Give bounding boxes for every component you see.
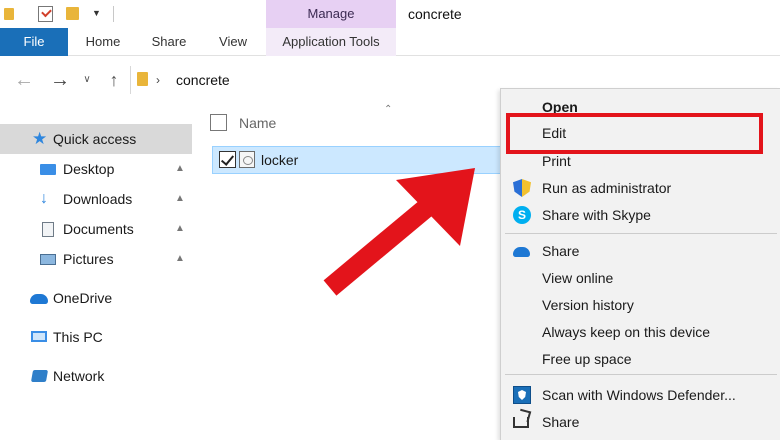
download-icon: ↓ xyxy=(40,190,48,207)
up-arrow-icon[interactable]: ↑ xyxy=(102,68,126,92)
sidebar-item-pictures[interactable]: Pictures ▲ xyxy=(0,244,192,274)
back-arrow-icon[interactable]: ← xyxy=(12,68,36,92)
pin-icon[interactable]: ▲ xyxy=(175,223,185,235)
star-icon: ★ xyxy=(32,129,48,148)
sidebar-item-label: Network xyxy=(53,368,105,384)
address-folder-icon xyxy=(137,72,148,86)
menu-item-version-history[interactable]: Version history xyxy=(501,292,780,318)
desktop-icon xyxy=(40,164,56,175)
window-title: concrete xyxy=(408,6,462,22)
menu-item-share[interactable]: Share xyxy=(501,409,780,435)
tab-file[interactable]: File xyxy=(0,28,68,56)
red-pointer-arrow-icon xyxy=(323,168,475,296)
properties-icon[interactable] xyxy=(38,6,53,22)
sidebar-item-network[interactable]: Network xyxy=(0,361,192,391)
menu-item-label: View online xyxy=(542,270,614,286)
forward-arrow-icon[interactable]: → xyxy=(48,68,72,92)
select-all-checkbox[interactable] xyxy=(210,114,227,131)
menu-item-label: Share xyxy=(542,414,580,430)
sidebar-item-label: Quick access xyxy=(53,131,137,147)
onedrive-icon xyxy=(30,294,48,304)
toolbar-divider xyxy=(113,6,114,22)
menu-item-share-with-skype[interactable]: S Share with Skype xyxy=(501,202,780,228)
sidebar-item-this-pc[interactable]: This PC xyxy=(0,322,192,352)
sidebar-item-label: OneDrive xyxy=(53,290,113,306)
documents-icon xyxy=(42,222,54,237)
ribbon-tabs: File Home Share View Application Tools xyxy=(0,28,780,56)
row-checkbox[interactable] xyxy=(219,151,236,168)
pictures-icon xyxy=(40,254,56,265)
customize-toolbar-chevron-icon[interactable]: ▼ xyxy=(92,6,102,20)
menu-item-label: Version history xyxy=(542,297,634,313)
sidebar-item-quick-access[interactable]: ★ Quick access xyxy=(0,124,192,154)
pin-icon[interactable]: ▲ xyxy=(175,253,185,265)
pin-icon[interactable]: ▲ xyxy=(175,163,185,175)
navigation-pane: ★ Quick access Desktop ▲ ↓ Downloads ▲ D… xyxy=(0,104,196,440)
new-folder-icon[interactable] xyxy=(66,7,79,20)
menu-item-label: Always keep on this device xyxy=(542,324,711,340)
sidebar-item-downloads[interactable]: ↓ Downloads ▲ xyxy=(0,184,192,214)
tab-home[interactable]: Home xyxy=(80,28,126,56)
menu-item-label: Free up space xyxy=(542,351,632,367)
tab-share[interactable]: Share xyxy=(146,28,192,56)
sidebar-item-onedrive[interactable]: OneDrive xyxy=(0,283,192,313)
network-icon xyxy=(30,370,49,382)
menu-item-run-as-administrator[interactable]: Run as administrator xyxy=(501,175,780,201)
menu-item-always-keep-on-device[interactable]: Always keep on this device xyxy=(501,319,780,345)
menu-item-scan-with-defender[interactable]: Scan with Windows Defender... xyxy=(501,382,780,408)
menu-item-view-online[interactable]: View online xyxy=(501,265,780,291)
edit-highlight-box xyxy=(506,113,763,154)
column-header-name[interactable]: Name xyxy=(239,112,276,134)
menu-item-free-up-space[interactable]: Free up space xyxy=(501,346,780,372)
file-icon xyxy=(239,151,255,168)
menu-item-label: Share with Skype xyxy=(542,207,651,223)
skype-icon: S xyxy=(513,206,531,224)
sort-ascending-icon: ⌃ xyxy=(384,104,393,115)
menu-separator xyxy=(505,233,777,234)
breadcrumb-chevron-icon[interactable]: › xyxy=(156,70,166,90)
sidebar-item-desktop[interactable]: Desktop ▲ xyxy=(0,154,192,184)
sidebar-item-label: Pictures xyxy=(63,251,114,267)
recent-locations-chevron-icon[interactable]: ∨ xyxy=(80,70,94,90)
tab-view[interactable]: View xyxy=(212,28,254,56)
sidebar-item-documents[interactable]: Documents ▲ xyxy=(0,214,192,244)
uac-shield-icon xyxy=(513,179,531,197)
menu-separator xyxy=(505,374,777,375)
sidebar-item-label: This PC xyxy=(53,329,103,345)
menu-item-label: Run as administrator xyxy=(542,180,672,196)
sidebar-item-label: Documents xyxy=(63,221,134,237)
menu-item-label: Scan with Windows Defender... xyxy=(542,387,736,403)
manage-contextual-tab[interactable]: Manage xyxy=(266,0,396,28)
sidebar-item-label: Downloads xyxy=(63,191,133,207)
sidebar-item-label: Desktop xyxy=(63,161,115,177)
this-pc-icon xyxy=(31,331,47,342)
pin-icon[interactable]: ▲ xyxy=(175,193,185,205)
address-divider xyxy=(130,66,131,94)
share-icon xyxy=(513,417,529,428)
menu-item-label: Share xyxy=(542,243,580,259)
breadcrumb-concrete[interactable]: concrete xyxy=(176,70,230,90)
folder-icon xyxy=(4,8,14,20)
windows-defender-icon xyxy=(513,386,531,404)
menu-item-onedrive-share[interactable]: Share xyxy=(501,238,780,264)
file-name: locker xyxy=(261,152,299,168)
title-bar: ▼ Manage concrete xyxy=(0,0,780,28)
onedrive-cloud-icon xyxy=(513,247,530,257)
tab-application-tools[interactable]: Application Tools xyxy=(266,28,396,56)
